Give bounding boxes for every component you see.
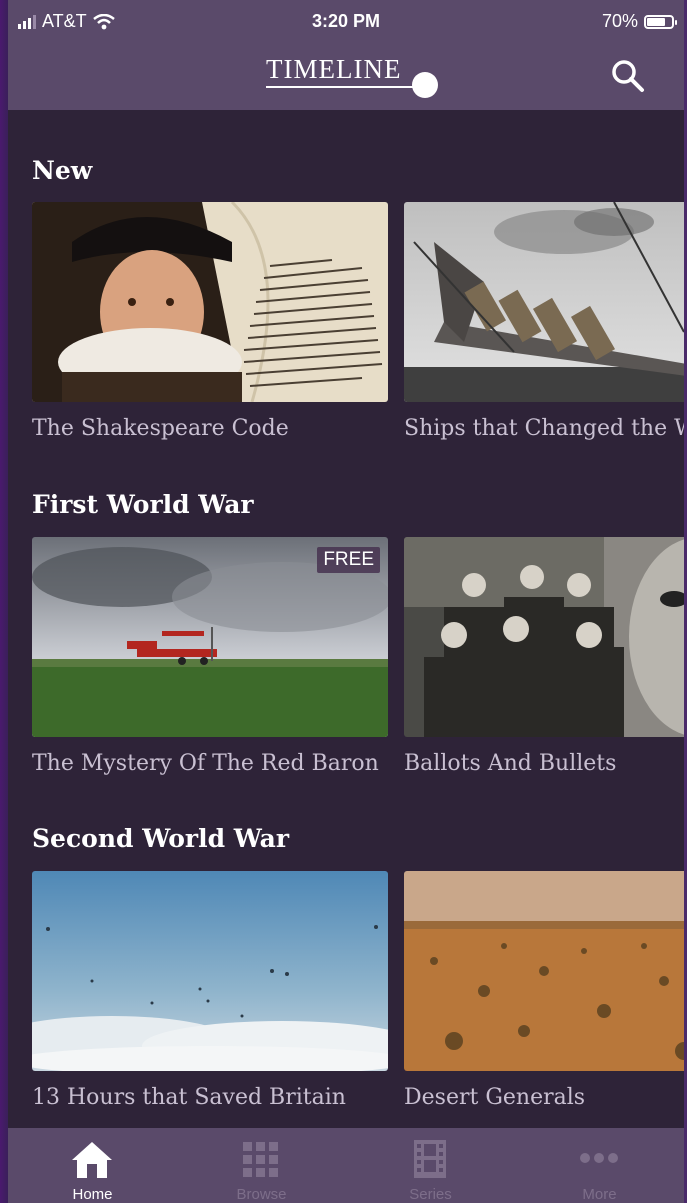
content-card[interactable]: Ships that Changed the World [404, 202, 684, 441]
card-title: Ships that Changed the World [404, 416, 684, 441]
battery-percent: 70% [601, 11, 638, 31]
tab-home[interactable]: Home [8, 1128, 177, 1203]
thumbnail-red-baron[interactable]: FREE [32, 537, 388, 737]
card-title: Desert Generals [404, 1085, 586, 1110]
tab-label: Browse [236, 1186, 287, 1203]
free-badge: FREE [317, 547, 380, 573]
app-screen: AT&T 3:20 PM 70% TIMELINE New The Shakes… [8, 0, 684, 1203]
section-title-second-world-war: Second World War [32, 824, 290, 853]
home-icon [72, 1142, 112, 1178]
card-title: 13 Hours that Saved Britain [32, 1085, 346, 1110]
battery-icon [644, 14, 677, 29]
section-title-new: New [32, 156, 93, 185]
film-icon [414, 1140, 446, 1178]
card-title: Ballots And Bullets [404, 751, 617, 776]
app-logo[interactable]: TIMELINE [266, 54, 401, 85]
more-icon [580, 1153, 618, 1163]
search-icon[interactable] [608, 56, 648, 96]
logo-dot [412, 72, 438, 98]
tab-bar: Home Browse Series More [8, 1128, 684, 1203]
thumbnail-desert-generals[interactable] [404, 871, 684, 1071]
content-card[interactable]: 13 Hours that Saved Britain [32, 871, 388, 1110]
tab-label: More [582, 1186, 617, 1203]
nav-bar: TIMELINE [8, 44, 684, 110]
tab-more[interactable]: More [515, 1128, 684, 1203]
thumbnail-shakespeare-code[interactable] [32, 202, 388, 402]
content-card[interactable]: FREE The Mystery Of The Red Baron [32, 537, 388, 776]
content-card[interactable]: The Shakespeare Code [32, 202, 388, 441]
content-card[interactable]: Desert Generals [404, 871, 684, 1110]
card-title: The Shakespeare Code [32, 416, 289, 441]
section-title-first-world-war: First World War [32, 490, 254, 519]
content-card[interactable]: Ballots And Bullets [404, 537, 684, 776]
status-time: 3:20 PM [311, 11, 381, 31]
tab-browse[interactable]: Browse [177, 1128, 346, 1203]
status-right: 70% [601, 11, 677, 32]
logo-underline [266, 86, 418, 88]
thumbnail-13-hours[interactable] [32, 871, 388, 1071]
tab-label: Home [72, 1186, 113, 1203]
status-bar: AT&T 3:20 PM 70% [8, 0, 684, 44]
grid-icon [243, 1142, 278, 1177]
card-title: The Mystery Of The Red Baron [32, 751, 379, 776]
tab-series[interactable]: Series [346, 1128, 515, 1203]
tab-label: Series [409, 1186, 452, 1203]
thumbnail-ballots-bullets[interactable] [404, 537, 684, 737]
thumbnail-ships-changed-world[interactable] [404, 202, 684, 402]
